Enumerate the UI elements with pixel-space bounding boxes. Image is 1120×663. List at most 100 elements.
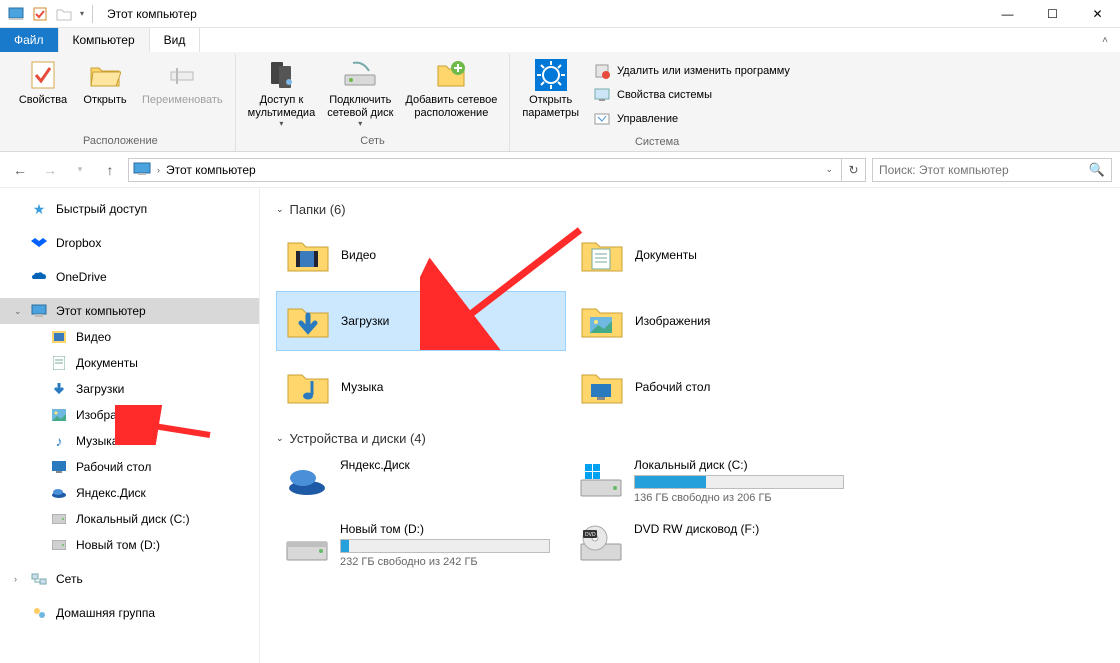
pictures-icon [50, 407, 68, 423]
group-label-network: Сеть [360, 133, 384, 151]
pc-icon [30, 303, 48, 319]
drive-icon [50, 537, 68, 553]
sidebar-item-yandexdisk[interactable]: Яндекс.Диск [0, 480, 259, 506]
body: ★ Быстрый доступ Dropbox OneDrive ⌄ Этот… [0, 188, 1120, 663]
music-icon: ♪ [50, 433, 68, 449]
qat-properties-icon[interactable] [30, 4, 50, 24]
chevron-down-icon[interactable]: ⌄ [14, 306, 22, 317]
rename-icon [167, 58, 197, 92]
pc-icon [133, 162, 151, 178]
search-icon: 🔍 [1089, 162, 1105, 178]
sidebar-item-desktop[interactable]: Рабочий стол [0, 454, 259, 480]
explorer-icon [6, 4, 26, 24]
sidebar-item-homegroup[interactable]: Домашняя группа [0, 600, 259, 626]
folder-documents[interactable]: Документы [570, 225, 860, 285]
search-box[interactable]: 🔍 [872, 158, 1112, 182]
map-drive-button[interactable]: Подключить сетевой диск ▾ [323, 56, 397, 130]
close-button[interactable]: ✕ [1075, 0, 1120, 28]
folder-pictures-icon [579, 299, 625, 343]
system-properties-button[interactable]: Свойства системы [593, 84, 790, 106]
minimize-button[interactable]: — [985, 0, 1030, 28]
chevron-right-icon[interactable]: › [14, 574, 17, 584]
video-icon [50, 329, 68, 345]
manage-button[interactable]: Управление [593, 108, 790, 130]
section-header-drives[interactable]: ⌄ Устройства и диски (4) [276, 431, 1104, 446]
folders-grid: Видео Документы Загрузки Изображения Муз… [276, 225, 1104, 417]
sidebar-item-local-c[interactable]: Локальный диск (C:) [0, 506, 259, 532]
download-arrow-icon [50, 381, 68, 397]
maximize-button[interactable]: ☐ [1030, 0, 1075, 28]
breadcrumb-thispc[interactable]: Этот компьютер [166, 163, 256, 177]
uninstall-button[interactable]: Удалить или изменить программу [593, 60, 790, 82]
ribbon-group-location: Свойства Открыть Переименовать Расположе… [6, 54, 236, 151]
open-button[interactable]: Открыть [76, 56, 134, 109]
properties-button[interactable]: Свойства [14, 56, 72, 109]
map-drive-icon [343, 58, 377, 92]
ribbon-collapse-button[interactable]: ˄ [1090, 28, 1120, 52]
back-button[interactable]: ← [8, 158, 32, 182]
settings-icon [535, 58, 567, 92]
drive-dvd[interactable]: DVD DVD RW дисковод (F:) [570, 518, 860, 572]
folder-downloads-icon [285, 299, 331, 343]
folder-music[interactable]: Музыка [276, 357, 566, 417]
sidebar-item-pictures[interactable]: Изображения [0, 402, 259, 428]
ribbon-tabs: Файл Компьютер Вид ˄ [0, 28, 1120, 52]
up-button[interactable]: ↑ [98, 158, 122, 182]
open-settings-button[interactable]: Открыть параметры [518, 56, 583, 121]
add-network-location-button[interactable]: Добавить сетевое расположение [401, 56, 501, 121]
star-icon: ★ [30, 201, 48, 217]
sidebar-item-new-d[interactable]: Новый том (D:) [0, 532, 259, 558]
drive-c-icon [578, 458, 624, 502]
media-access-button[interactable]: Доступ к мультимедиа ▾ [244, 56, 320, 130]
media-icon [265, 58, 297, 92]
sidebar-item-onedrive[interactable]: OneDrive [0, 264, 259, 290]
rename-button[interactable]: Переименовать [138, 56, 227, 109]
folder-music-icon [285, 365, 331, 409]
refresh-button[interactable]: ↻ [842, 158, 866, 182]
uninstall-icon [593, 62, 611, 80]
tab-file[interactable]: Файл [0, 28, 59, 52]
tab-computer[interactable]: Компьютер [59, 28, 150, 52]
documents-icon [50, 355, 68, 371]
svg-text:DVD: DVD [585, 532, 596, 538]
folder-video-icon [285, 233, 331, 277]
add-location-icon [434, 58, 468, 92]
sidebar-item-music[interactable]: ♪ Музыка [0, 428, 259, 454]
ribbon: Свойства Открыть Переименовать Расположе… [0, 52, 1120, 152]
address-dropdown-icon[interactable]: ⌄ [821, 164, 837, 175]
forward-button[interactable]: → [38, 158, 62, 182]
drive-yandexdisk[interactable]: Яндекс.Диск [276, 454, 566, 508]
folder-desktop[interactable]: Рабочий стол [570, 357, 860, 417]
dropbox-icon [30, 235, 48, 251]
drive-local-c[interactable]: Локальный диск (C:) 136 ГБ свободно из 2… [570, 454, 860, 508]
drives-grid: Яндекс.Диск Локальный диск (C:) 136 ГБ с… [276, 454, 1104, 572]
sidebar-item-dropbox[interactable]: Dropbox [0, 230, 259, 256]
sidebar-item-quick-access[interactable]: ★ Быстрый доступ [0, 196, 259, 222]
tab-view[interactable]: Вид [150, 28, 201, 52]
section-header-folders[interactable]: ⌄ Папки (6) [276, 202, 1104, 217]
recent-locations-button[interactable]: ▾ [68, 158, 92, 182]
folder-pictures[interactable]: Изображения [570, 291, 860, 351]
sidebar-item-downloads[interactable]: Загрузки [0, 376, 259, 402]
folder-documents-icon [579, 233, 625, 277]
drive-new-d[interactable]: Новый том (D:) 232 ГБ свободно из 242 ГБ [276, 518, 566, 572]
search-input[interactable] [879, 163, 1083, 177]
sidebar-item-video[interactable]: Видео [0, 324, 259, 350]
folder-downloads[interactable]: Загрузки [276, 291, 566, 351]
sidebar-item-network[interactable]: › Сеть [0, 566, 259, 592]
sidebar-item-thispc[interactable]: ⌄ Этот компьютер [0, 298, 259, 324]
qat-dropdown-icon[interactable]: ▾ [80, 9, 84, 18]
drive-c-bar [634, 475, 844, 489]
dvd-icon: DVD [578, 522, 624, 566]
address-bar[interactable]: › Этот компьютер ⌄ [128, 158, 842, 182]
navigation-bar: ← → ▾ ↑ › Этот компьютер ⌄ ↻ 🔍 [0, 152, 1120, 188]
chevron-right-icon[interactable]: › [157, 165, 160, 175]
homegroup-icon [30, 605, 48, 621]
window-title: Этот компьютер [107, 7, 197, 21]
sidebar-item-documents[interactable]: Документы [0, 350, 259, 376]
desktop-icon [50, 459, 68, 475]
folder-video[interactable]: Видео [276, 225, 566, 285]
qat-new-folder-icon[interactable] [54, 4, 74, 24]
folder-desktop-icon [579, 365, 625, 409]
folder-open-icon [89, 58, 121, 92]
